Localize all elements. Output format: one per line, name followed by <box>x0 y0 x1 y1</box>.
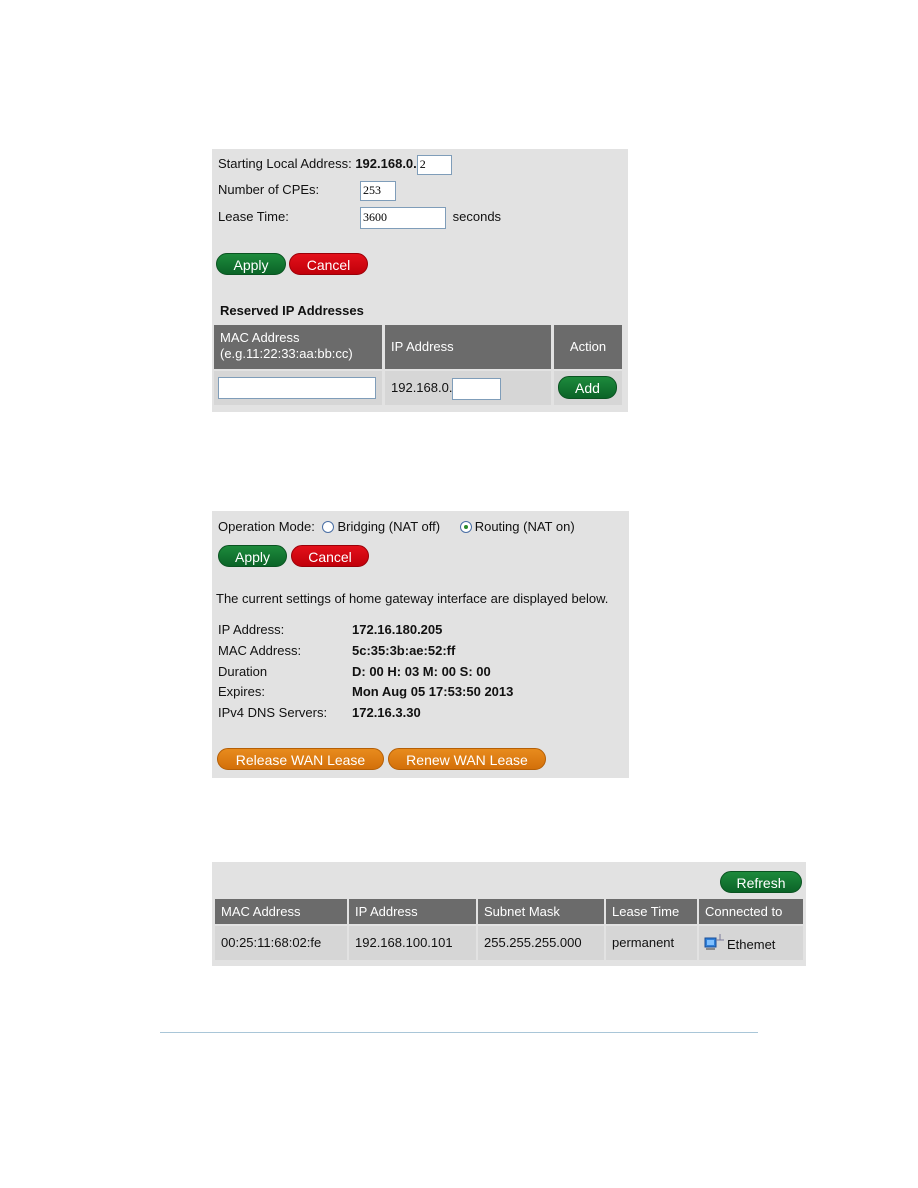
mode-option-bridging[interactable]: Bridging (NAT off) <box>322 519 443 534</box>
wan-ip-value: 172.16.180.205 <box>352 622 443 637</box>
wan-description: The current settings of home gateway int… <box>216 591 609 606</box>
wan-mac-value: 5c:35:3b:ae:52:ff <box>352 643 456 658</box>
wan-field-dns: IPv4 DNS Servers: 172.16.3.30 <box>218 702 421 724</box>
reserved-header-mac-hint: (e.g.11:22:33:aa:bb:cc) <box>220 346 353 361</box>
wan-expires-value: Mon Aug 05 17:53:50 2013 <box>352 684 514 699</box>
client-connected-label: Ethemet <box>727 937 776 952</box>
wan-mac-label: MAC Address: <box>218 643 302 658</box>
wan-field-expires: Expires: Mon Aug 05 17:53:50 2013 <box>218 681 513 703</box>
cancel-button[interactable]: Cancel <box>289 253 368 275</box>
dhcp-clients-panel: Refresh MAC Address IP Address Subnet Ma… <box>212 862 806 966</box>
starting-address-label: Starting Local Address: <box>218 156 352 171</box>
cpes-label: Number of CPEs: <box>218 182 320 197</box>
reserved-header-ip: IP Address <box>385 325 551 369</box>
lease-time-unit: seconds <box>452 209 502 224</box>
release-wan-lease-button[interactable]: Release WAN Lease <box>217 748 384 770</box>
operation-mode-label: Operation Mode: <box>218 519 315 534</box>
clients-header-connected: Connected to <box>699 899 803 924</box>
wan-expires-label: Expires: <box>218 684 265 699</box>
wan-settings-panel: Operation Mode: Bridging (NAT off) Routi… <box>212 511 629 778</box>
wan-dns-label: IPv4 DNS Servers: <box>218 705 328 720</box>
footer-divider <box>160 1032 758 1033</box>
reserved-ip-input[interactable] <box>452 377 502 400</box>
starting-address-input[interactable] <box>416 154 452 175</box>
dhcp-settings-panel: Starting Local Address: 192.168.0. Numbe… <box>212 149 628 412</box>
reserved-header-action: Action <box>554 325 622 369</box>
wan-duration-label: Duration <box>218 664 268 679</box>
clients-header-mac: MAC Address <box>215 899 347 924</box>
wan-apply-button[interactable]: Apply <box>218 545 287 567</box>
wan-ip-label: IP Address: <box>218 622 285 637</box>
add-button[interactable]: Add <box>558 376 617 399</box>
wan-field-mac: MAC Address: 5c:35:3b:ae:52:ff <box>218 640 455 662</box>
wan-field-ip: IP Address: 172.16.180.205 <box>218 619 442 641</box>
lease-time-row: Lease Time: seconds <box>218 206 502 229</box>
client-ip: 192.168.100.101 <box>349 926 476 960</box>
cpes-input[interactable] <box>360 180 396 201</box>
renew-wan-lease-button[interactable]: Renew WAN Lease <box>388 748 546 770</box>
wan-dns-value: 172.16.3.30 <box>352 705 421 720</box>
mode-option-routing[interactable]: Routing (NAT on) <box>459 519 575 534</box>
routing-label: Routing (NAT on) <box>474 519 575 534</box>
reserved-header-mac: MAC Address (e.g.11:22:33:aa:bb:cc) <box>214 325 382 369</box>
client-mask: 255.255.255.000 <box>478 926 604 960</box>
bridging-radio[interactable] <box>322 521 335 533</box>
reserved-mac-input[interactable] <box>218 377 376 399</box>
client-connected: Ethemet <box>699 926 803 960</box>
cpes-row: Number of CPEs: <box>218 179 396 201</box>
wan-duration-value: D: 00 H: 03 M: 00 S: 00 <box>352 664 491 679</box>
lease-time-input[interactable] <box>360 206 446 229</box>
reserved-cell-ip: 192.168.0. <box>385 371 551 405</box>
clients-header-lease: Lease Time <box>606 899 697 924</box>
starting-address-row: Starting Local Address: 192.168.0. <box>218 153 452 175</box>
computer-network-icon <box>704 934 724 950</box>
clients-header-ip: IP Address <box>349 899 476 924</box>
reserved-header-mac-label: MAC Address <box>220 330 300 345</box>
reserved-ip-title: Reserved IP Addresses <box>220 303 364 318</box>
bridging-label: Bridging (NAT off) <box>337 519 441 534</box>
starting-address-prefix: 192.168.0. <box>355 156 417 171</box>
wan-cancel-button[interactable]: Cancel <box>291 545 369 567</box>
client-lease: permanent <box>606 926 697 960</box>
lease-time-label: Lease Time: <box>218 209 289 224</box>
reserved-cell-mac <box>214 371 382 405</box>
operation-mode-row: Operation Mode: Bridging (NAT off) Routi… <box>218 516 575 538</box>
wan-field-duration: Duration D: 00 H: 03 M: 00 S: 00 <box>218 661 491 683</box>
clients-header-mask: Subnet Mask <box>478 899 604 924</box>
apply-button[interactable]: Apply <box>216 253 286 275</box>
routing-radio[interactable] <box>459 521 472 533</box>
reserved-ip-prefix: 192.168.0. <box>391 380 453 395</box>
refresh-button[interactable]: Refresh <box>720 871 802 893</box>
client-mac: 00:25:11:68:02:fe <box>215 926 347 960</box>
